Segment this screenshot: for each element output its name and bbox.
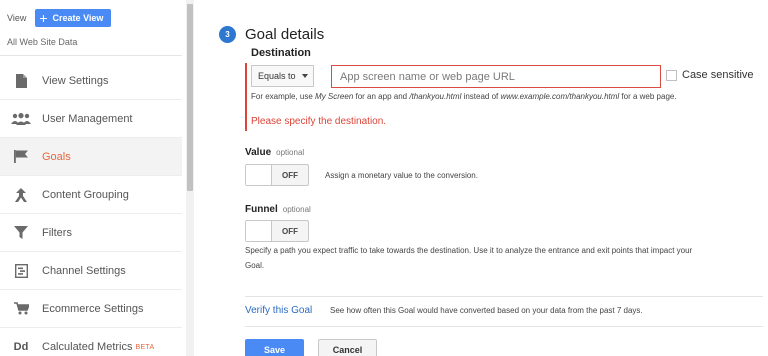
example-path: /thankyou.html <box>409 92 462 101</box>
divider <box>245 326 763 327</box>
value-label: Value <box>245 147 272 158</box>
filter-icon <box>0 226 42 239</box>
value-optional-label: optional <box>276 148 305 157</box>
chevron-down-icon <box>301 74 308 78</box>
admin-sidebar: View + Create View All Web Site Data Vie… <box>0 0 196 356</box>
sidebar-divider <box>0 55 182 56</box>
funnel-optional-label: optional <box>282 205 311 214</box>
funnel-hint-line-2: Goal. <box>245 261 265 270</box>
flag-icon <box>0 150 42 163</box>
sidebar-item-label: Ecommerce Settings <box>42 302 144 315</box>
destination-example-text: For example, use My Screen for an app an… <box>251 92 677 101</box>
match-type-dropdown[interactable]: Equals to <box>251 65 314 87</box>
save-button[interactable]: Save <box>245 339 304 356</box>
create-view-button[interactable]: + Create View <box>35 9 112 27</box>
plus-icon: + <box>39 10 48 26</box>
sidebar-item-label: Goals <box>42 150 71 163</box>
funnel-title: Funnel optional <box>245 204 311 215</box>
match-type-value: Equals to <box>258 71 296 81</box>
verify-goal-link[interactable]: Verify this Goal <box>245 305 312 316</box>
document-icon <box>0 73 42 88</box>
section-title: Goal details <box>245 26 325 43</box>
toggle-knob <box>246 221 272 241</box>
sidebar-item-label: View Settings <box>42 74 109 87</box>
example-text: instead of <box>461 92 501 101</box>
verify-goal-description: See how often this Goal would have conve… <box>330 306 643 315</box>
example-text: For example, use <box>251 92 316 101</box>
sidebar-item-content-grouping[interactable]: Content Grouping <box>0 176 182 214</box>
example-url: www.example.com/thankyou.html <box>500 92 620 101</box>
step-number-badge: 3 <box>219 26 236 43</box>
view-name: All Web Site Data <box>7 37 78 47</box>
sidebar-item-label: User Management <box>42 112 133 125</box>
toggle-knob <box>246 165 272 185</box>
sidebar-item-ecommerce-settings[interactable]: Ecommerce Settings <box>0 290 182 328</box>
sidebar-item-calculated-metrics[interactable]: Dd Calculated Metrics BETA <box>0 328 182 356</box>
sidebar-item-label: Filters <box>42 226 72 239</box>
funnel-hint-line-1: Specify a path you expect traffic to tak… <box>245 246 693 255</box>
error-indicator-bar <box>245 63 247 131</box>
sidebar-item-label: Calculated Metrics <box>42 341 133 353</box>
sidebar-item-label: Channel Settings <box>42 264 126 277</box>
value-hint: Assign a monetary value to the conversio… <box>325 171 478 180</box>
case-sensitive-checkbox[interactable] <box>666 70 677 81</box>
dd-icon: Dd <box>0 341 42 353</box>
view-label: View <box>7 13 27 23</box>
sidebar-item-label: Content Grouping <box>42 188 129 201</box>
divider <box>245 296 763 297</box>
funnel-label: Funnel <box>245 204 278 215</box>
sidebar-scrollbar-thumb[interactable] <box>187 4 193 191</box>
example-app: My Screen <box>315 92 354 101</box>
sidebar-nav: View Settings User Management Goals Cont… <box>0 62 182 356</box>
funnel-toggle[interactable]: OFF <box>245 220 309 242</box>
sidebar-item-goals[interactable]: Goals <box>0 138 182 176</box>
destination-error-message: Please specify the destination. <box>251 116 387 127</box>
toggle-state: OFF <box>282 170 298 180</box>
cart-icon <box>0 302 42 315</box>
grouping-icon <box>0 187 42 202</box>
case-sensitive-label: Case sensitive <box>682 69 754 81</box>
channel-icon <box>0 263 42 278</box>
destination-input[interactable] <box>331 65 661 88</box>
cancel-button[interactable]: Cancel <box>318 339 377 356</box>
sidebar-item-channel-settings[interactable]: Channel Settings <box>0 252 182 290</box>
view-header: View + Create View <box>7 9 112 27</box>
create-view-label: Create View <box>52 13 104 23</box>
sidebar-item-user-management[interactable]: User Management <box>0 100 182 138</box>
sidebar-item-filters[interactable]: Filters <box>0 214 182 252</box>
dd-icon-text: Dd <box>13 341 29 353</box>
users-icon <box>0 112 42 125</box>
value-toggle[interactable]: OFF <box>245 164 309 186</box>
destination-label: Destination <box>251 47 311 59</box>
beta-badge: BETA <box>135 343 155 351</box>
example-text: for a web page. <box>619 92 677 101</box>
toggle-state: OFF <box>282 226 298 236</box>
example-text: for an app and <box>353 92 410 101</box>
sidebar-item-view-settings[interactable]: View Settings <box>0 62 182 100</box>
value-title: Value optional <box>245 147 304 158</box>
